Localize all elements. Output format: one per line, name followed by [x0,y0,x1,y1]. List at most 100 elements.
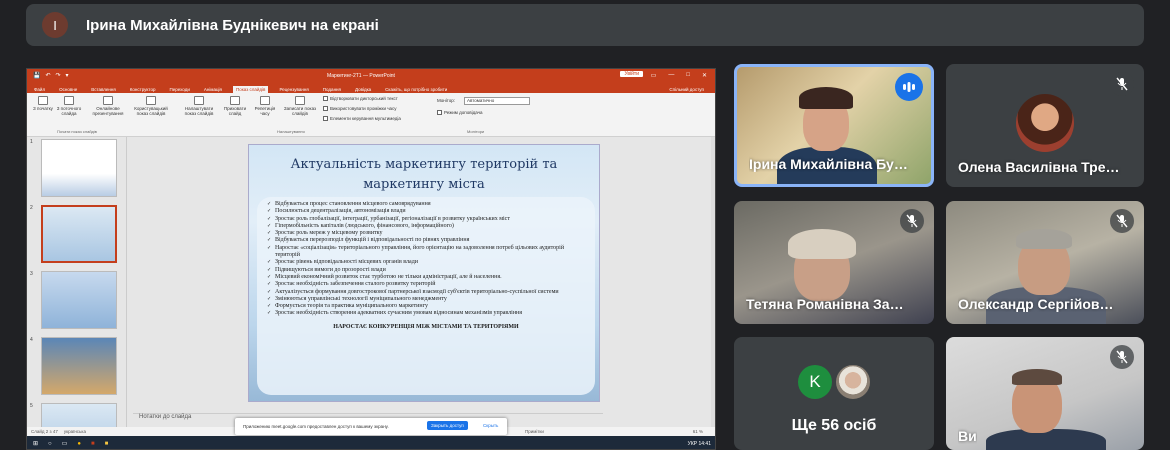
hide-notification-link[interactable]: Скрыть [483,423,498,428]
slide-bullet: Актуалізується формування довгострокової… [267,289,587,297]
start-icon[interactable]: ⊞ [33,440,38,447]
hide-slide-button[interactable]: Приховати слайд [221,96,249,116]
setup-show-icon [194,96,204,105]
rehearse-timings-button[interactable]: Репетиція часу [251,96,279,116]
use-timings-checkbox[interactable]: Використовувати проміжки часу [323,106,397,111]
mic-off-icon [1110,209,1134,233]
from-current-button[interactable]: З поточного слайда [55,96,83,116]
slide-thumbnails: 1 2 3 4 5 [27,137,127,449]
participant-name: Олена Василівна Тре… [958,159,1120,175]
participant-tile[interactable]: Олександр Сергійов… [946,201,1144,324]
presenter-banner: І Ірина Михайлівна Буднікевич на екрані [26,4,1144,46]
from-beginning-button[interactable]: З початку [29,96,57,111]
mic-off-icon [900,209,924,233]
participant-tile-speaking[interactable]: Ірина Михайлівна Бу… [734,64,934,187]
save-icon[interactable]: 💾 [33,72,40,79]
chrome-icon[interactable]: ● [77,441,81,447]
ribbon-button-label: З поточного слайда [56,106,82,116]
presenter-view-checkbox[interactable]: Режим доповідача [437,110,482,115]
redo-icon[interactable]: ↷ [56,72,61,79]
customize-icon[interactable]: ▾ [66,72,69,79]
ribbon-group-label: Налаштування [277,129,305,134]
participant-hair [1012,369,1062,385]
undo-icon[interactable]: ↶ [45,72,50,79]
powerpoint-icon[interactable]: ■ [91,441,95,447]
participant-tile[interactable]: Тетяна Романівна За… [734,201,934,324]
ribbon-button-label: Онлайнове презентування [92,106,124,116]
slide-bullet: Відбувається перерозподіл функцій і відп… [267,237,587,245]
close-icon[interactable]: ✕ [702,72,707,79]
slide-bullet: Підвищуються вимоги до прозорості влади [267,267,587,275]
slide-thumbnail-selected[interactable] [41,205,117,263]
explorer-icon[interactable]: ■ [105,441,109,447]
slide-thumbnail[interactable] [41,139,117,197]
ribbon-tabs: Файл Основне Вставлення Конструктор Пере… [27,82,715,93]
maximize-icon[interactable]: □ [686,72,690,79]
speaking-indicator-icon [895,73,923,101]
taskview-icon[interactable]: ▭ [62,440,68,447]
slide-bullet: Змінюються управлінські технології муніц… [267,296,587,304]
record-show-button[interactable]: Записати показ слайдів [281,96,319,116]
window-controls: ▭ — □ ✕ [651,72,707,79]
media-controls-checkbox[interactable]: Елементи керування мультимедіа [323,116,401,121]
search-icon[interactable]: ○ [48,441,52,447]
slide-content-box: Відбувається процес становлення місцевог… [257,197,595,395]
slide-bullet: Відбувається процес становлення місцевог… [267,201,587,209]
play-narrations-checkbox[interactable]: Відтворювати дикторський текст [323,96,398,101]
slide-canvas[interactable]: Актуальність маркетингу територій та мар… [248,144,600,402]
zoom-level[interactable]: 61 % [693,429,703,434]
more-participants-label: Ще 56 осіб [791,417,877,434]
tell-me-search[interactable]: Скажіть, що потрібно зробити [382,86,450,93]
ribbon-button-label: З початку [33,106,53,111]
tab-slideshow[interactable]: Показ слайдів [232,86,269,93]
participant-name: Тетяна Романівна За… [746,296,904,312]
tab-design[interactable]: Конструктор [127,86,159,93]
thumbnail-number: 4 [30,337,33,343]
thumbnail-number: 5 [30,403,33,409]
checkbox-label: Використовувати проміжки часу [330,106,397,111]
slide-bullet: Зростає необхідність створення адекватни… [267,310,587,318]
ribbon-button-label: Налаштувати показ слайдів [184,106,214,116]
tab-view[interactable]: Подання [320,86,344,93]
stop-sharing-button[interactable]: Закрыть доступ [427,421,468,430]
mic-off-icon [1110,72,1134,96]
sign-in-button[interactable]: Увійти [620,71,643,77]
tab-home[interactable]: Основне [56,86,80,93]
present-online-button[interactable]: Онлайнове презентування [91,96,125,116]
tab-animations[interactable]: Анімація [201,86,225,93]
checkbox-icon [323,106,328,111]
slide-thumbnail[interactable] [41,337,117,395]
monitor-select[interactable]: Автоматично [464,97,530,105]
shared-screen: 💾 ↶ ↷ ▾ Маркетинг-2Т1 — PowerPoint Увійт… [26,68,716,450]
custom-show-button[interactable]: Користувацький показ слайдів [131,96,171,116]
checkbox-icon [323,96,328,101]
ribbon-button-label: Приховати слайд [223,106,247,116]
participant-tile[interactable]: Олена Василівна Тре… [946,64,1144,187]
checkbox-label: Відтворювати дикторський текст [330,96,398,101]
checkbox-icon [323,116,328,121]
tab-file[interactable]: Файл [31,86,48,93]
minimize-icon[interactable]: — [668,72,674,79]
self-view-tile[interactable]: Ви [946,337,1144,450]
slide-thumbnail[interactable] [41,271,117,329]
slide-bullet: Наростає «соціалізація» територіального … [267,245,587,260]
slide-bullet: Зростає роль глобалізації, інтеграції, у… [267,216,587,224]
language-indicator[interactable]: українська [64,429,86,434]
notes-toggle[interactable]: Примітки [525,429,544,434]
participant-name: Ірина Михайлівна Бу… [749,156,908,172]
tab-transitions[interactable]: Переходи [166,86,192,93]
tab-review[interactable]: Рецензування [276,86,311,93]
tab-insert[interactable]: Вставлення [88,86,119,93]
hide-slide-icon [230,96,240,105]
record-icon [295,96,305,105]
setup-show-button[interactable]: Налаштувати показ слайдів [179,96,219,116]
checkbox-label: Елементи керування мультимедіа [330,116,401,121]
ribbon-display-icon[interactable]: ▭ [651,72,657,79]
tray-language[interactable]: УКР [688,441,697,447]
more-participants-tile[interactable]: K Ще 56 осіб [734,337,934,450]
slideshow-current-icon [64,96,74,105]
tab-help[interactable]: Довідка [352,86,374,93]
thumbnail-number: 1 [30,139,33,145]
share-button[interactable]: Спільний доступ [666,86,707,93]
editor-scrollbar[interactable] [711,137,715,427]
